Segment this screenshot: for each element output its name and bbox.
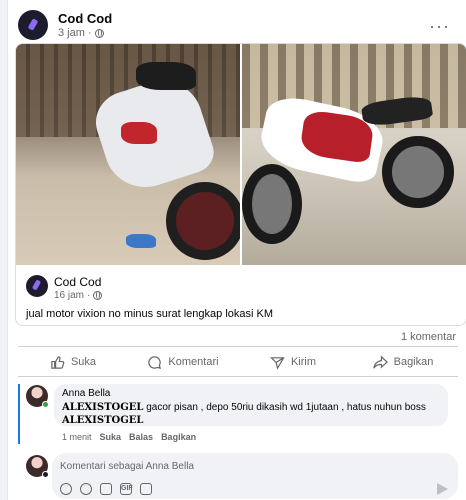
emoji-icon[interactable] — [80, 483, 92, 495]
send-label: Kirim — [290, 356, 317, 368]
share-icon — [372, 354, 388, 369]
avatar-sticker-icon[interactable] — [60, 483, 72, 495]
online-status-indicator — [42, 401, 49, 408]
post-header: Cod Cod 3 jam · ··· — [18, 10, 458, 42]
motorcycle-photo-2[interactable] — [242, 44, 466, 265]
shared-post-header: Cod Cod 16 jam · — [26, 275, 446, 301]
divider — [18, 376, 458, 377]
bike-tank-shape — [136, 62, 196, 90]
comment-brand: ALEXISTOGEL — [62, 402, 144, 413]
like-button[interactable]: Suka — [18, 352, 128, 372]
shared-meta-separator: · — [87, 290, 91, 301]
comment-count[interactable]: 1 komentar — [401, 331, 456, 343]
shared-author-name[interactable]: Cod Cod — [54, 275, 101, 289]
post-caption: jual motor vixion no minus surat lengkap… — [26, 308, 274, 320]
comment-icon — [148, 355, 162, 369]
send-icon — [269, 356, 285, 370]
camera-icon[interactable] — [100, 483, 112, 495]
post-meta: 3 jam · — [58, 27, 104, 39]
composer-tools: GIF — [60, 483, 152, 495]
comment-body: gacor pisan , depo 50riu dikasih wd 1jut… — [143, 402, 426, 413]
share-button[interactable]: Bagikan — [348, 352, 458, 372]
comment-bubble: Anna Bella ALEXISTOGEL gacor pisan , dep… — [54, 384, 448, 426]
commenter-name[interactable]: Anna Bella — [62, 388, 440, 399]
comment-brand-2: ALEXISTOGEL — [62, 415, 144, 426]
share-label: Bagikan — [393, 356, 434, 368]
like-icon — [51, 355, 65, 369]
action-bar: Suka Komentari Kirim Bagikan — [18, 352, 458, 372]
shared-post[interactable]: Cod Cod 16 jam · jual motor vixion no mi… — [15, 43, 466, 326]
sticker-icon[interactable] — [140, 483, 152, 495]
comment-text: ALEXISTOGEL gacor pisan , depo 50riu dik… — [62, 401, 440, 427]
post-time[interactable]: 3 jam — [58, 27, 85, 39]
comment-actions: 1 menit Suka Balas Bagikan — [62, 432, 196, 442]
current-user-avatar[interactable] — [26, 455, 49, 478]
comment-like-link[interactable]: Suka — [100, 432, 122, 442]
gif-icon[interactable]: GIF — [120, 483, 133, 495]
shared-author-avatar[interactable] — [26, 275, 48, 297]
profile-switch-indicator — [42, 471, 49, 478]
globe-icon — [94, 28, 104, 38]
comment-reply-link[interactable]: Balas — [129, 432, 153, 442]
globe-icon — [93, 291, 103, 300]
blue-item-shape — [126, 234, 156, 248]
author-name[interactable]: Cod Cod — [58, 11, 112, 26]
comment-share-link[interactable]: Bagikan — [161, 432, 196, 442]
more-options-button[interactable]: ··· — [429, 16, 450, 37]
author-avatar[interactable] — [18, 10, 48, 40]
commenter-avatar[interactable] — [26, 385, 49, 408]
front-wheel-shape-2 — [242, 164, 302, 244]
comment-time[interactable]: 1 menit — [62, 432, 92, 442]
photo-grid — [16, 44, 466, 265]
comment-item: Anna Bella ALEXISTOGEL gacor pisan , dep… — [18, 384, 458, 444]
send-button[interactable]: Kirim — [238, 352, 348, 372]
comment-input[interactable] — [60, 459, 440, 473]
send-comment-icon[interactable] — [437, 483, 448, 495]
divider — [18, 346, 458, 347]
front-wheel-shape — [166, 182, 240, 260]
motorcycle-photo-1[interactable] — [16, 44, 240, 265]
rear-wheel-shape — [382, 136, 454, 208]
comment-composer: GIF — [18, 453, 458, 499]
meta-separator: · — [87, 27, 92, 39]
shared-post-meta: 16 jam · — [54, 290, 103, 301]
comment-label: Komentari — [168, 356, 219, 368]
post-card: Cod Cod 3 jam · ··· Cod Cod 16 jam · jua… — [7, 0, 466, 500]
red-accent-shape — [121, 122, 157, 144]
shared-post-time[interactable]: 16 jam — [54, 290, 84, 301]
comment-input-box: GIF — [52, 453, 458, 499]
comment-button[interactable]: Komentari — [128, 352, 238, 372]
like-label: Suka — [70, 356, 97, 368]
